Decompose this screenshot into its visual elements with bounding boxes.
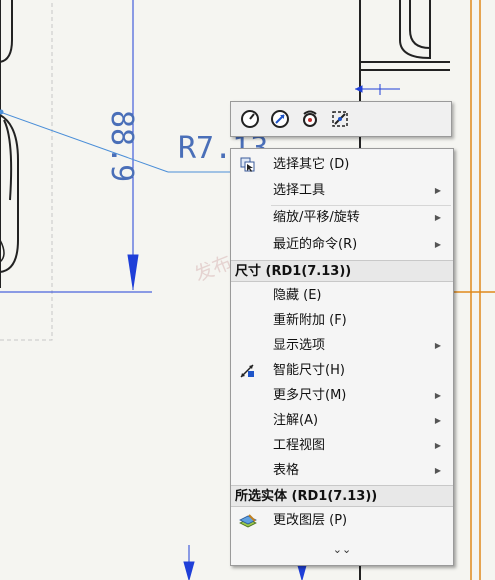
section-header-selected-entity: 所选实体 (RD1(7.13)) bbox=[231, 485, 453, 507]
menu-item-label: 选择工具 bbox=[273, 183, 326, 198]
smart-dimension-icon bbox=[239, 363, 257, 379]
menu-item-label: 更多尺寸(M) bbox=[273, 388, 347, 403]
menu-item-annotations[interactable]: 注解(A) ▶ bbox=[231, 409, 453, 433]
menu-item-label: 选择其它 (D) bbox=[273, 157, 350, 172]
section-header-dimension: 尺寸 (RD1(7.13)) bbox=[231, 260, 453, 282]
select-other-icon bbox=[239, 157, 257, 173]
menu-item-label: 注解(A) bbox=[273, 413, 319, 428]
submenu-arrow-icon: ▶ bbox=[434, 213, 441, 222]
context-toolbar bbox=[230, 101, 452, 137]
menu-item-hide[interactable]: 隐藏 (E) bbox=[231, 284, 453, 308]
select-filter-icon[interactable] bbox=[329, 108, 351, 130]
menu-item-more-dimensions[interactable]: 更多尺寸(M) ▶ bbox=[231, 384, 453, 408]
menu-item-label: 显示选项 bbox=[273, 338, 326, 353]
dimension-88-9[interactable]: 88.9 bbox=[104, 110, 139, 182]
submenu-arrow-icon: ▶ bbox=[434, 186, 441, 195]
zoom-fit-icon[interactable] bbox=[269, 108, 291, 130]
menu-item-change-layer[interactable]: 更改图层 (P) bbox=[231, 509, 453, 533]
submenu-arrow-icon: ▶ bbox=[434, 341, 441, 350]
menu-item-label: 隐藏 (E) bbox=[273, 288, 322, 303]
sheet-frame bbox=[452, 0, 495, 580]
menu-item-reattach[interactable]: 重新附加 (F) bbox=[231, 309, 453, 333]
submenu-arrow-icon: ▶ bbox=[434, 416, 441, 425]
left-part-geometry bbox=[0, 0, 19, 288]
submenu-arrow-icon: ▶ bbox=[434, 391, 441, 400]
menu-item-select-other[interactable]: 选择其它 (D) bbox=[231, 153, 453, 177]
gauge-icon[interactable] bbox=[239, 108, 261, 130]
menu-item-tables[interactable]: 表格 ▶ bbox=[231, 459, 453, 483]
center-mark bbox=[354, 84, 400, 95]
menu-item-recent-commands[interactable]: 最近的命令(R) ▶ bbox=[231, 233, 453, 257]
context-menu: 选择其它 (D) 选择工具 ▶ 缩放/平移/旋转 ▶ 最近的命令(R) ▶ 尺寸… bbox=[230, 148, 454, 566]
menu-item-smart-dimension[interactable]: 智能尺寸(H) bbox=[231, 359, 453, 383]
submenu-arrow-icon: ▶ bbox=[434, 441, 441, 450]
menu-item-select-tools[interactable]: 选择工具 ▶ bbox=[231, 179, 453, 203]
menu-item-label: 重新附加 (F) bbox=[273, 313, 347, 328]
menu-item-display-options[interactable]: 显示选项 ▶ bbox=[231, 334, 453, 358]
menu-item-label: 缩放/平移/旋转 bbox=[273, 210, 360, 225]
menu-item-drawing-views[interactable]: 工程视图 ▶ bbox=[231, 434, 453, 458]
menu-item-label: 智能尺寸(H) bbox=[273, 363, 345, 378]
submenu-arrow-icon: ▶ bbox=[434, 240, 441, 249]
rotate-view-icon[interactable] bbox=[299, 108, 321, 130]
menu-item-zoom-pan-rotate[interactable]: 缩放/平移/旋转 ▶ bbox=[231, 206, 453, 230]
menu-item-label: 更改图层 (P) bbox=[273, 513, 348, 528]
layer-icon bbox=[239, 513, 257, 529]
submenu-arrow-icon: ▶ bbox=[434, 466, 441, 475]
menu-item-label: 表格 bbox=[273, 463, 300, 478]
menu-item-label: 工程视图 bbox=[273, 438, 326, 453]
view-boundary bbox=[0, 0, 53, 341]
expand-menu-chevron-icon[interactable]: ⌄⌄ bbox=[231, 541, 453, 559]
menu-item-label: 最近的命令(R) bbox=[273, 237, 358, 252]
